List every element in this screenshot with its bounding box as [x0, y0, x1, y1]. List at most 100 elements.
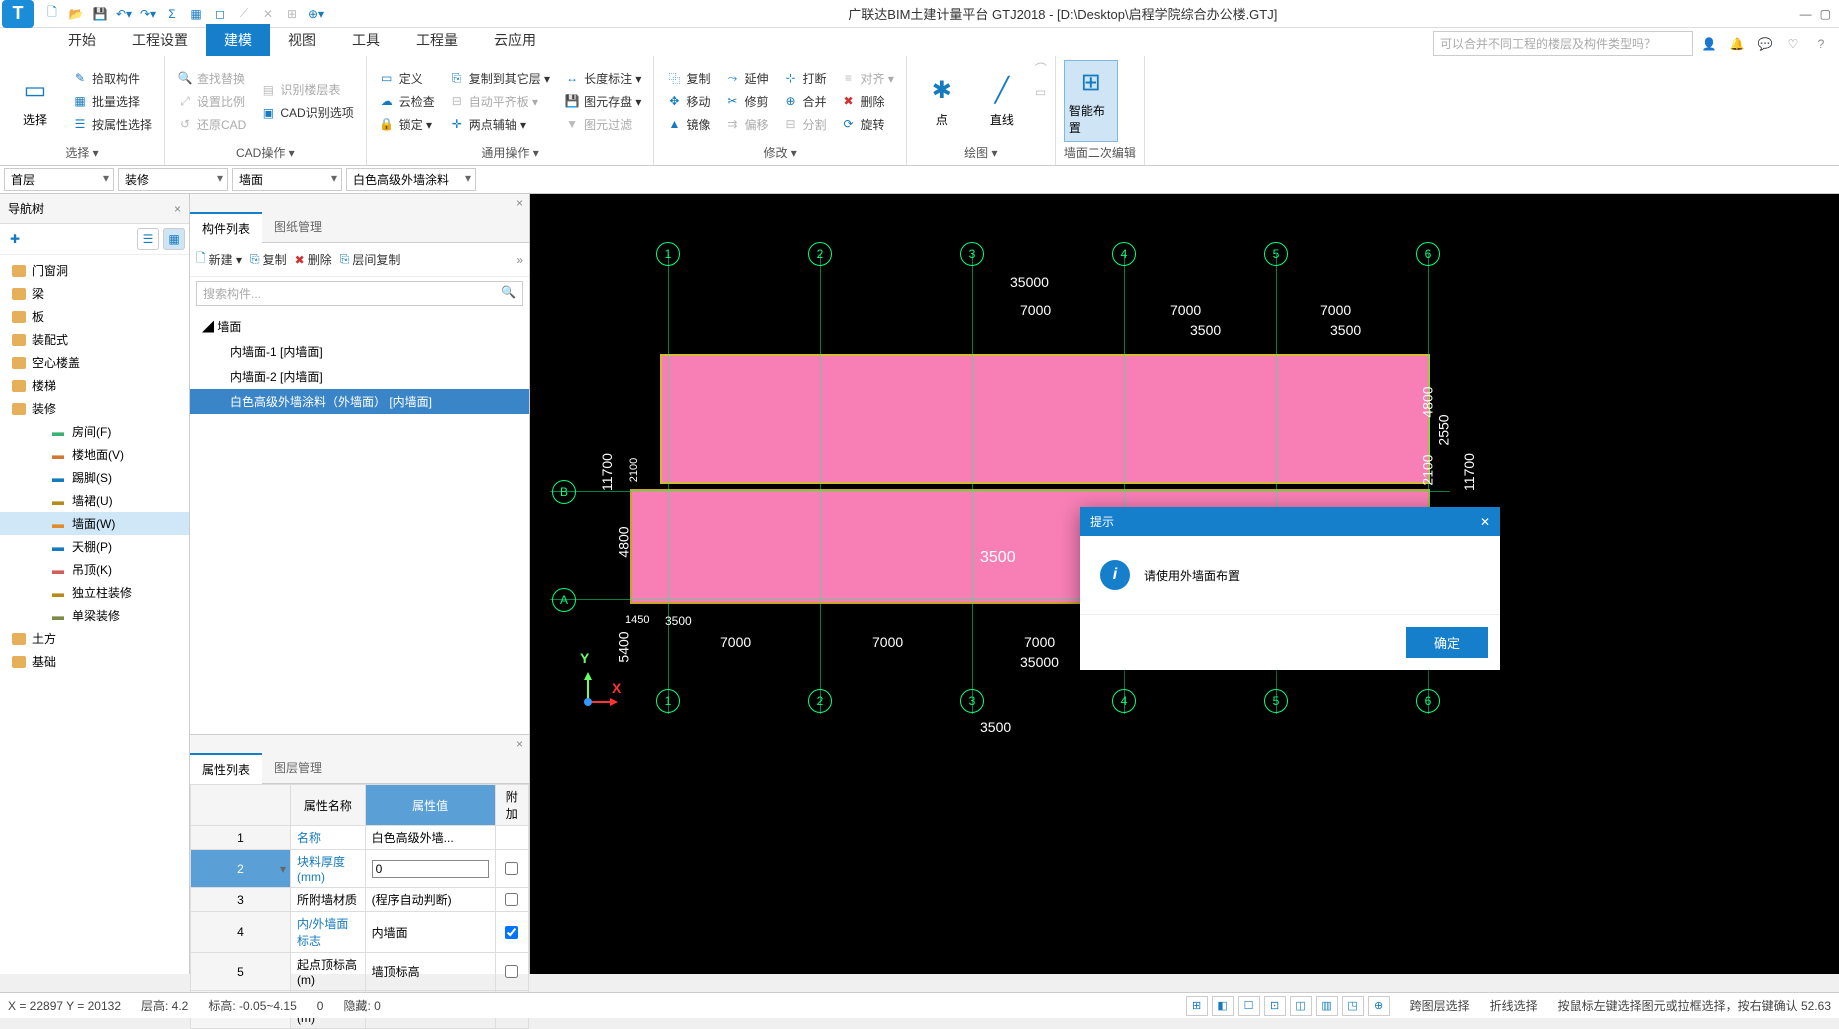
dialog-close-icon[interactable]: ✕ [1480, 515, 1490, 529]
tab-modeling[interactable]: 建模 [206, 24, 270, 56]
nav-item-单梁装修[interactable]: ▬单梁装修 [0, 604, 189, 627]
prop-close-icon[interactable]: × [516, 737, 523, 751]
offset-button[interactable]: ⇉偏移 [720, 114, 772, 135]
heart-icon[interactable]: ♡ [1783, 34, 1803, 54]
floor-selector[interactable]: 首层 [4, 168, 114, 191]
restore-cad-button[interactable]: ↺还原CAD [173, 114, 250, 135]
nav-item-楼地面(V)[interactable]: ▬楼地面(V) [0, 443, 189, 466]
break-button[interactable]: ⊹打断 [778, 68, 830, 89]
delete-button[interactable]: ✖删除 [836, 91, 897, 112]
split-button[interactable]: ⊟分割 [778, 114, 830, 135]
nav-item-天棚(P)[interactable]: ▬天棚(P) [0, 535, 189, 558]
comp-toolbar-more-icon[interactable]: » [516, 253, 523, 267]
dialog-title-bar[interactable]: 提示 ✕ [1080, 507, 1500, 536]
prop-value-input[interactable] [372, 860, 489, 878]
smart-layout-button[interactable]: ⊞ 智能布置 [1064, 60, 1118, 142]
comp-copy-button[interactable]: ⎘复制 [250, 251, 287, 268]
item-selector[interactable]: 白色高级外墙涂料 [346, 168, 476, 191]
type-selector[interactable]: 墙面 [232, 168, 342, 191]
prop-row-5[interactable]: 5起点顶标高(m)墙顶标高 [191, 953, 529, 991]
extend-button[interactable]: ⤳延伸 [720, 68, 772, 89]
nav-item-独立柱装修[interactable]: ▬独立柱装修 [0, 581, 189, 604]
qat-redo-icon[interactable]: ↷▾ [138, 4, 158, 24]
prop-extra-checkbox[interactable] [505, 965, 518, 978]
nav-item-基础[interactable]: 基础 [0, 650, 189, 673]
two-point-axis-button[interactable]: ✛两点辅轴 ▾ [445, 114, 554, 135]
nav-item-空心楼盖[interactable]: 空心楼盖 [0, 351, 189, 374]
nav-item-板[interactable]: 板 [0, 305, 189, 328]
prop-tab-list[interactable]: 属性列表 [190, 753, 262, 784]
comp-layer-copy-button[interactable]: ⎘层间复制 [340, 251, 401, 268]
qat-table-icon[interactable]: ▦ [186, 4, 206, 24]
rect-icon[interactable]: ▭ [1035, 85, 1047, 99]
tab-tools[interactable]: 工具 [334, 24, 398, 56]
length-dim-button[interactable]: ↔长度标注 ▾ [560, 68, 645, 89]
find-replace-button[interactable]: 🔍查找替换 [173, 68, 250, 89]
mirror-button[interactable]: ▲镜像 [662, 114, 714, 135]
nav-expand-icon[interactable]: ✚ [4, 228, 26, 250]
view-zoom-icon[interactable]: ⊕ [1368, 996, 1390, 1016]
view-side-icon[interactable]: ⊡ [1264, 996, 1286, 1016]
line-button[interactable]: ╱ 直线 [975, 60, 1029, 142]
comp-item[interactable]: 内墙面-1 [内墙面] [190, 339, 529, 364]
prop-row-1[interactable]: 1名称白色高级外墙... [191, 826, 529, 850]
nav-item-梁[interactable]: 梁 [0, 282, 189, 305]
prop-tab-layer[interactable]: 图层管理 [262, 753, 334, 783]
prop-row-3[interactable]: 3所附墙材质(程序自动判断) [191, 888, 529, 912]
dialog-ok-button[interactable]: 确定 [1406, 627, 1488, 658]
tab-view[interactable]: 视图 [270, 24, 334, 56]
qat-view-icon[interactable]: ◻ [210, 4, 230, 24]
prop-value-cell[interactable]: 墙顶标高 [365, 953, 495, 991]
qat-new-icon[interactable]: 🗋 [42, 4, 62, 24]
nav-item-门窗洞[interactable]: 门窗洞 [0, 259, 189, 282]
qat-sum-icon[interactable]: Σ [162, 4, 182, 24]
qat-measure-icon[interactable]: ✕ [258, 4, 278, 24]
move-button[interactable]: ✥移动 [662, 91, 714, 112]
tab-project-settings[interactable]: 工程设置 [114, 24, 206, 56]
prop-row-2[interactable]: 2块料厚度(mm) [191, 850, 529, 888]
element-save-button[interactable]: 💾图元存盘 ▾ [560, 91, 645, 112]
nav-item-楼梯[interactable]: 楼梯 [0, 374, 189, 397]
nav-item-装修[interactable]: 装修 [0, 397, 189, 420]
set-scale-button[interactable]: ⤢设置比例 [173, 91, 250, 112]
nav-close-icon[interactable]: × [174, 202, 181, 216]
comp-item[interactable]: 内墙面-2 [内墙面] [190, 364, 529, 389]
help-icon[interactable]: ? [1811, 34, 1831, 54]
status-cross-layer[interactable]: 跨图层选择 [1410, 997, 1470, 1014]
comp-list-header[interactable]: ◢ 墙面 [190, 314, 529, 339]
maximize-icon[interactable]: ▢ [1820, 7, 1831, 21]
bell-icon[interactable]: 🔔 [1727, 34, 1747, 54]
auto-level-slab-button[interactable]: ⊟自动平齐板 ▾ [445, 91, 554, 112]
lock-button[interactable]: 🔒锁定 ▾ [375, 114, 439, 135]
view-dyn-icon[interactable]: ◳ [1342, 996, 1364, 1016]
chat-icon[interactable]: 💬 [1755, 34, 1775, 54]
align-button[interactable]: ≡对齐 ▾ [836, 68, 897, 89]
cloud-check-button[interactable]: ☁云检查 [375, 91, 439, 112]
drawing-canvas[interactable]: 1 2 3 4 5 6 1 2 3 4 5 6 B A 35000 7000 7… [530, 194, 1839, 974]
status-polyline[interactable]: 折线选择 [1490, 997, 1538, 1014]
tab-start[interactable]: 开始 [50, 24, 114, 56]
qat-ruler-icon[interactable]: ⟋ [234, 4, 254, 24]
define-button[interactable]: ▭定义 [375, 68, 439, 89]
nav-item-吊顶(K)[interactable]: ▬吊顶(K) [0, 558, 189, 581]
trim-button[interactable]: ✂修剪 [720, 91, 772, 112]
view-front-icon[interactable]: ☐ [1238, 996, 1260, 1016]
nav-item-土方[interactable]: 土方 [0, 627, 189, 650]
prop-extra-checkbox[interactable] [505, 862, 518, 875]
comp-new-button[interactable]: 🗋新建 ▾ [196, 249, 242, 270]
cad-recognize-options-button[interactable]: ▣CAD识别选项 [256, 102, 357, 123]
nav-item-墙面(W)[interactable]: ▬墙面(W) [0, 512, 189, 535]
comp-close-icon[interactable]: × [516, 196, 523, 210]
select-button[interactable]: ▭ 选择 [8, 60, 62, 142]
view-top-icon[interactable]: ⊞ [1186, 996, 1208, 1016]
nav-list-icon[interactable]: ☰ [137, 228, 159, 250]
qat-undo-icon[interactable]: ↶▾ [114, 4, 134, 24]
nav-item-墙裙(U)[interactable]: ▬墙裙(U) [0, 489, 189, 512]
merge-button[interactable]: ⊕合并 [778, 91, 830, 112]
copy-to-floor-button[interactable]: ⎘复制到其它层 ▾ [445, 68, 554, 89]
prop-value-cell[interactable] [365, 850, 495, 888]
prop-row-4[interactable]: 4内/外墙面标志内墙面 [191, 912, 529, 953]
rotate-button[interactable]: ⟳旋转 [836, 114, 897, 135]
comp-delete-button[interactable]: ✖删除 [295, 251, 332, 268]
pick-component-button[interactable]: ✎拾取构件 [68, 68, 156, 89]
